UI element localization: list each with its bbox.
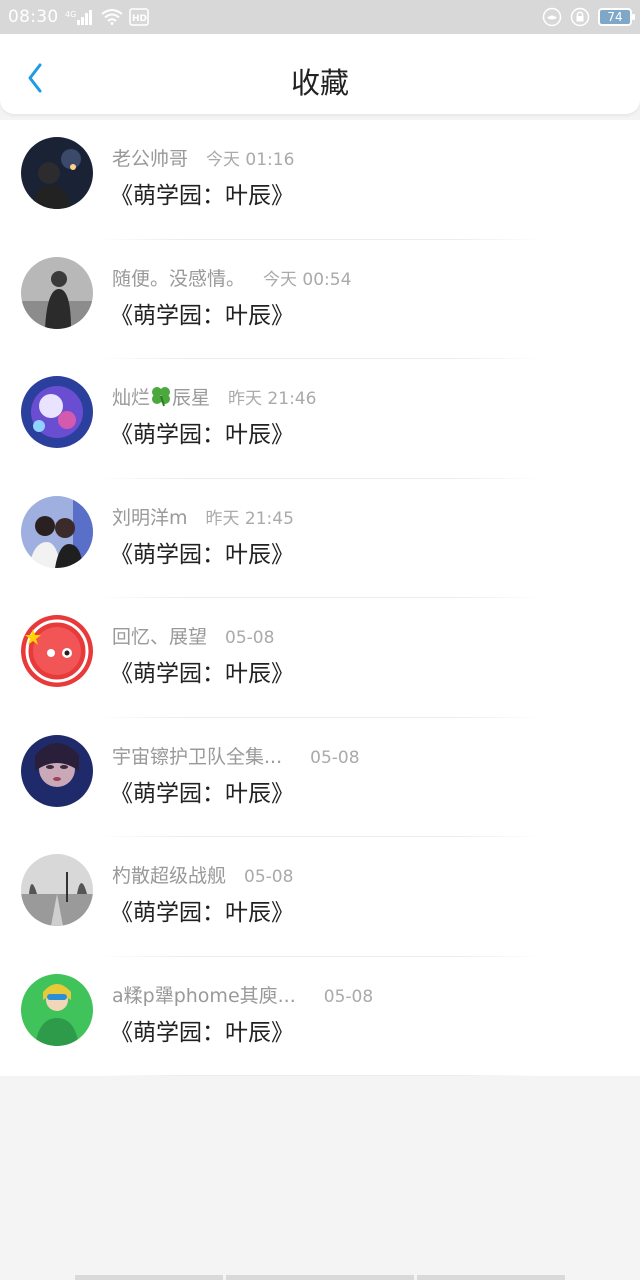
clover-icon [152, 387, 171, 407]
avatar [21, 854, 93, 926]
hd-icon: HD [128, 8, 149, 26]
sender-name: 回忆、展望 [112, 626, 208, 648]
sender-name: 宇宙镲护卫队全集... [112, 745, 283, 768]
lock-icon [570, 7, 590, 27]
favorite-time: 05-08 [225, 628, 275, 648]
network-type: 4G [65, 10, 76, 19]
app-notification-icon [542, 7, 562, 27]
favorite-content: 《萌学园：叶辰》 [110, 661, 294, 687]
page-title: 收藏 [290, 66, 349, 100]
favorite-item[interactable]: 随便。没感情。 今天 00:54 《萌学园：叶辰》 [0, 240, 640, 359]
sender-name: 杓散超级战舰 [112, 865, 227, 887]
avatar [21, 495, 93, 568]
hd-label: HD [132, 14, 147, 24]
sender-name: 老公帅哥 [112, 148, 189, 170]
sender-name: 随便。没感情。 [112, 267, 246, 290]
favorite-content: 《萌学园：叶辰》 [110, 422, 294, 448]
favorite-time: 昨天 21:46 [228, 389, 317, 409]
favorite-time: 今天 01:16 [206, 150, 295, 170]
favorite-time: 今天 00:54 [263, 269, 352, 290]
favorite-time: 昨天 21:45 [205, 508, 294, 529]
favorites-list: 老公帅哥 今天 01:16 《萌学园：叶辰》 随便。没感情。 今天 00:54 … [0, 120, 640, 1076]
favorite-item[interactable]: 宇宙镲护卫队全集... 05-08 《萌学园：叶辰》 [0, 718, 640, 837]
favorite-content: 《萌学园：叶辰》 [110, 1019, 294, 1046]
favorite-content: 《萌学园：叶辰》 [110, 780, 294, 807]
nav-indicator-segment [417, 1275, 565, 1280]
favorite-item[interactable]: 回忆、展望 05-08 《萌学园：叶辰》 [0, 598, 640, 718]
avatar [21, 137, 93, 209]
sender-name: a糅p犟phome其庾... [112, 984, 296, 1007]
favorite-item[interactable]: 刘明洋m 昨天 21:45 《萌学园：叶辰》 [0, 479, 640, 598]
avatar [21, 734, 93, 807]
favorite-item[interactable]: 灿烂 辰星 昨天 21:46 《萌学园：叶辰》 [0, 359, 640, 479]
nav-indicator-segment [226, 1275, 414, 1280]
avatar [21, 615, 93, 687]
avatar [21, 973, 93, 1046]
status-time: 08:30 [8, 7, 59, 27]
avatar [21, 256, 93, 329]
sender-name: 刘明洋m [112, 506, 188, 529]
sender-name: 灿烂 辰星 [112, 387, 211, 409]
favorite-item[interactable]: 老公帅哥 今天 01:16 《萌学园：叶辰》 [0, 120, 640, 240]
status-bar: 08:30 4G HD 74 [0, 0, 640, 34]
favorite-time: 05-08 [310, 747, 360, 768]
favorite-content: 《萌学园：叶辰》 [110, 541, 294, 568]
battery-icon: 74 [598, 8, 635, 26]
favorite-content: 《萌学园：叶辰》 [110, 302, 294, 329]
bottom-nav-indicator [0, 1275, 640, 1280]
avatar [21, 376, 93, 448]
favorite-content: 《萌学园：叶辰》 [110, 183, 294, 209]
favorite-content: 《萌学园：叶辰》 [110, 900, 294, 926]
favorite-item[interactable]: 杓散超级战舰 05-08 《萌学园：叶辰》 [0, 837, 640, 957]
favorite-item[interactable]: a糅p犟phome其庾... 05-08 《萌学园：叶辰》 [0, 957, 640, 1076]
signal-icon: 4G [65, 8, 95, 26]
favorite-time: 05-08 [323, 986, 374, 1007]
divider [95, 1075, 545, 1076]
battery-level: 74 [607, 10, 623, 24]
wifi-icon [100, 9, 123, 25]
nav-header: 收藏 [0, 34, 640, 114]
favorite-time: 05-08 [244, 867, 294, 887]
nav-indicator-segment [75, 1275, 223, 1280]
